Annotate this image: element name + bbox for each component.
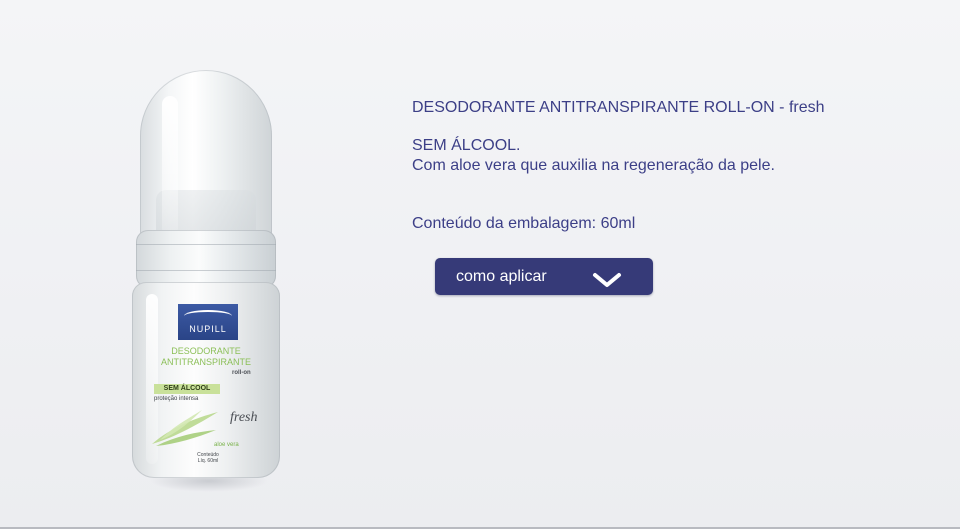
label-contents-line-2: Líq. 60ml — [197, 458, 219, 464]
brand-name: NUPILL — [189, 324, 227, 334]
label-variant: fresh — [230, 410, 258, 425]
bottle-body: NUPILL DESODORANTE ANTITRANSPIRANTE roll… — [132, 282, 280, 478]
bottle-collar — [136, 230, 276, 288]
page: NUPILL DESODORANTE ANTITRANSPIRANTE roll… — [0, 0, 960, 529]
product-content-volume: Conteúdo da embalagem: 60ml — [412, 215, 636, 232]
aloe-leaves-icon — [152, 410, 218, 446]
label-line-1: DESODORANTE — [171, 346, 241, 356]
product-feature-aloe-vera: Com aloe vera que auxilia na regeneração… — [412, 157, 775, 174]
brand-logo: NUPILL — [178, 304, 238, 340]
product-title: DESODORANTE ANTITRANSPIRANTE ROLL-ON - f… — [412, 99, 825, 116]
label-band: SEM ÁLCOOL — [154, 384, 220, 394]
collar-line — [136, 270, 276, 271]
label-aloe: aloe vera — [214, 442, 239, 448]
product-feature-no-alcohol: SEM ÁLCOOL. — [412, 137, 521, 154]
label-line-2: ANTITRANSPIRANTE — [160, 357, 251, 367]
label-type: roll-on — [232, 370, 251, 376]
label-subtitle: proteção intensa — [154, 396, 199, 402]
logo-wave-icon — [184, 310, 232, 322]
product-image: NUPILL DESODORANTE ANTITRANSPIRANTE roll… — [110, 60, 310, 500]
product-info: DESODORANTE ANTITRANSPIRANTE ROLL-ON - f… — [412, 98, 932, 234]
collar-line — [136, 244, 276, 245]
chevron-down-icon[interactable] — [592, 272, 622, 288]
how-to-apply-label: como aplicar — [456, 268, 547, 285]
cap-highlight — [162, 96, 178, 236]
label-contents: Conteúdo Líq. 60ml — [178, 452, 238, 464]
